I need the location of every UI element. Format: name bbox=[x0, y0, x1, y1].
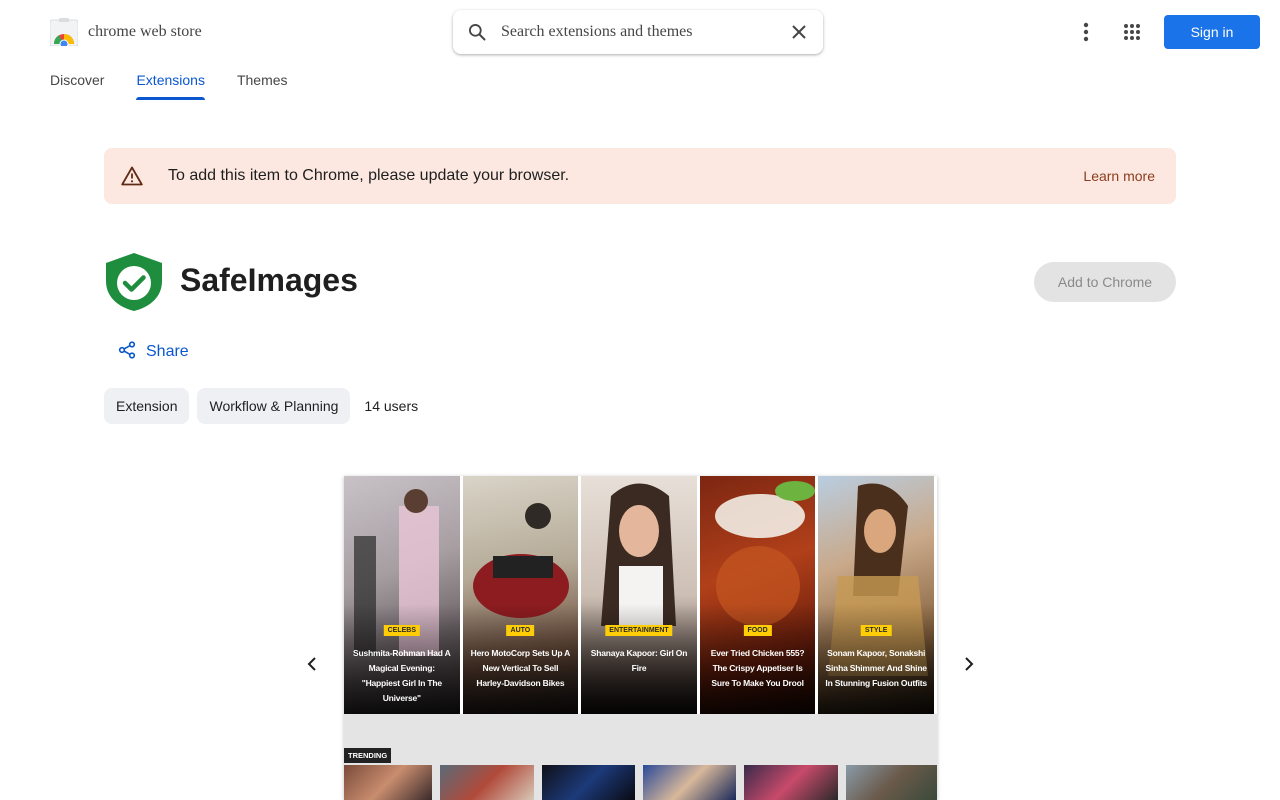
google-apps-icon[interactable] bbox=[1116, 16, 1148, 48]
card-category: FOOD bbox=[743, 625, 772, 636]
card-category: STYLE bbox=[860, 625, 892, 636]
search-box[interactable]: Search extensions and themes bbox=[453, 10, 823, 54]
trending-thumb bbox=[541, 765, 636, 800]
news-card: ENTERTAINMENT Shanaya Kapoor: Girl On Fi… bbox=[581, 476, 697, 714]
chrome-web-store-logo-icon bbox=[49, 18, 79, 49]
news-card: FOOD Ever Tried Chicken 555? The Crispy … bbox=[699, 476, 816, 714]
sign-in-button[interactable]: Sign in bbox=[1164, 15, 1260, 49]
carousel-prev-icon[interactable] bbox=[298, 650, 326, 678]
share-label: Share bbox=[146, 343, 189, 360]
search-icon[interactable] bbox=[453, 22, 501, 42]
card-category: CELEBS bbox=[383, 625, 420, 636]
card-caption: Hero MotoCorp Sets Up A New Vertical To … bbox=[470, 648, 571, 688]
card-caption: Shanaya Kapoor: Girl On Fire bbox=[590, 648, 688, 673]
card-caption: Sonam Kapoor, Sonakshi Sinha Shimmer And… bbox=[825, 648, 927, 688]
search-input[interactable]: Search extensions and themes bbox=[501, 23, 775, 41]
trending-thumb bbox=[744, 765, 838, 800]
trending-thumbnails bbox=[344, 765, 937, 800]
carousel-next-icon[interactable] bbox=[955, 650, 983, 678]
header: chrome web store Search extensions and t… bbox=[0, 0, 1280, 64]
warning-icon bbox=[104, 166, 160, 186]
learn-more-link[interactable]: Learn more bbox=[1083, 168, 1155, 184]
chip-extension[interactable]: Extension bbox=[104, 388, 190, 424]
safeimages-shield-icon bbox=[104, 252, 164, 312]
extension-title: SafeImages bbox=[180, 262, 358, 298]
close-icon[interactable] bbox=[775, 24, 823, 40]
add-to-chrome-button[interactable]: Add to Chrome bbox=[1034, 262, 1176, 302]
share-icon bbox=[118, 340, 136, 364]
brand-name: chrome web store bbox=[88, 23, 202, 40]
tab-themes[interactable]: Themes bbox=[237, 72, 288, 100]
trending-thumb bbox=[440, 765, 534, 800]
news-card: CELEBS Sushmita-Rohman Had A Magical Eve… bbox=[344, 476, 460, 714]
news-cards: CELEBS Sushmita-Rohman Had A Magical Eve… bbox=[344, 476, 937, 714]
card-category: ENTERTAINMENT bbox=[605, 625, 673, 636]
update-browser-banner: To add this item to Chrome, please updat… bbox=[104, 148, 1176, 204]
tab-discover[interactable]: Discover bbox=[50, 72, 104, 100]
extension-chips: Extension Workflow & Planning 14 users bbox=[104, 388, 418, 424]
card-caption: Ever Tried Chicken 555? The Crispy Appet… bbox=[710, 648, 805, 688]
card-category: AUTO bbox=[506, 625, 535, 636]
card-caption: Sushmita-Rohman Had A Magical Evening: "… bbox=[353, 648, 451, 703]
trending-thumb bbox=[344, 765, 433, 800]
store-logo-link[interactable]: chrome web store bbox=[49, 18, 202, 49]
news-card: AUTO Hero MotoCorp Sets Up A New Vertica… bbox=[462, 476, 579, 714]
trending-label: TRENDING bbox=[344, 748, 392, 763]
banner-message: To add this item to Chrome, please updat… bbox=[168, 167, 570, 184]
news-card: STYLE Sonam Kapoor, Sonakshi Sinha Shimm… bbox=[818, 476, 934, 714]
trending-thumb bbox=[643, 765, 737, 800]
share-button[interactable]: Share bbox=[118, 338, 189, 366]
user-count: 14 users bbox=[364, 398, 419, 414]
screenshot-image[interactable]: CELEBS Sushmita-Rohman Had A Magical Eve… bbox=[344, 476, 937, 800]
more-options-icon[interactable] bbox=[1070, 16, 1102, 48]
category-tabs: Discover Extensions Themes bbox=[50, 72, 320, 102]
trending-thumb bbox=[845, 765, 937, 800]
chip-workflow-planning[interactable]: Workflow & Planning bbox=[197, 388, 351, 424]
tab-extensions[interactable]: Extensions bbox=[136, 72, 206, 100]
